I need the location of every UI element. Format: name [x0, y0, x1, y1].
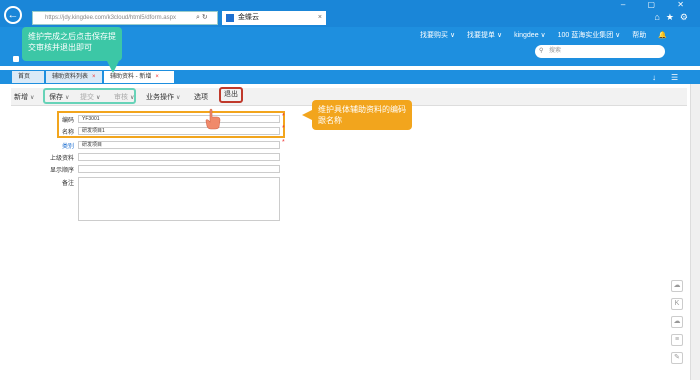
bell-icon[interactable]: 🔔: [658, 32, 667, 39]
nav-buy[interactable]: 找要购买 ∨: [420, 32, 455, 39]
remark-field[interactable]: [78, 177, 280, 221]
tab-home[interactable]: 首页: [12, 71, 44, 83]
order-field[interactable]: [78, 165, 280, 173]
close-icon[interactable]: ×: [155, 74, 159, 80]
category-label: 类别: [61, 144, 74, 150]
side-tools: ☁ K ☁ ≡ ✎: [671, 280, 687, 370]
required-mark: *: [282, 113, 285, 120]
browser-tab[interactable]: 金蝶云 ×: [222, 11, 326, 25]
address-icons[interactable]: ⌕ ↻: [196, 13, 208, 22]
key-icon[interactable]: K: [671, 298, 683, 310]
new-button[interactable]: 新增 ∨: [14, 92, 34, 102]
order-label: 显示顺序: [49, 168, 74, 174]
exit-button[interactable]: 退出: [219, 87, 243, 103]
parent-label: 上级资料: [49, 156, 74, 162]
code-label: 编码: [61, 118, 74, 124]
scrollbar[interactable]: [690, 84, 700, 380]
browser-tab-title: 金蝶云: [238, 14, 259, 21]
name-field[interactable]: 研发项目1: [78, 127, 280, 135]
hand-pointer-icon: [205, 108, 221, 130]
callout-save-tip: 维护完成之后点击保存提交审核并退出即可: [22, 27, 122, 73]
window-controls[interactable]: – ▢ ✕: [621, 0, 694, 9]
options-button[interactable]: 选项: [194, 92, 208, 102]
browser-icons[interactable]: ⌂★⚙: [654, 12, 694, 23]
top-nav: 找要购买 ∨ 找要提单 ∨ kingdee ∨ 100 蓝海实业集团 ∨ 帮助 …: [420, 30, 677, 40]
name-label: 名称: [61, 130, 74, 136]
nav-help[interactable]: 帮助: [632, 32, 646, 39]
kingdee-icon: [226, 14, 234, 22]
search-input[interactable]: ⚲ 搜索: [535, 45, 665, 58]
back-button[interactable]: ←: [4, 6, 22, 24]
parent-field[interactable]: [78, 153, 280, 161]
edit-icon[interactable]: ✎: [671, 352, 683, 364]
search-icon: ⚲: [539, 48, 544, 54]
hamburger-icon[interactable]: ☰: [671, 73, 678, 82]
nav-org[interactable]: 100 蓝海实业集团 ∨: [558, 32, 621, 39]
business-ops-button[interactable]: 业务操作 ∨: [146, 92, 180, 102]
close-icon[interactable]: ×: [318, 11, 322, 25]
menu-icon[interactable]: [13, 56, 19, 62]
tab-aux-list[interactable]: 辅助资料列表 ×: [46, 71, 102, 83]
code-field[interactable]: YF3001: [78, 115, 280, 123]
cloud2-icon[interactable]: ☁: [671, 316, 683, 328]
nav-user[interactable]: kingdee ∨: [514, 32, 546, 39]
collapse-icon[interactable]: ↓: [652, 73, 656, 82]
close-icon[interactable]: ×: [92, 74, 96, 80]
required-mark: *: [282, 139, 285, 146]
category-field[interactable]: 研发项目: [78, 141, 280, 149]
required-mark: *: [282, 125, 285, 132]
address-bar[interactable]: https://jdy.kingdee.com/k3cloud/html5/df…: [32, 11, 218, 25]
cloud-icon[interactable]: ☁: [671, 280, 683, 292]
doc-icon[interactable]: ≡: [671, 334, 683, 346]
save-highlight: [43, 88, 136, 104]
remark-label: 备注: [61, 181, 74, 187]
callout-code-tip: 维护具体辅助资料的编码跟名称: [302, 100, 412, 130]
nav-bill[interactable]: 找要提单 ∨: [467, 32, 502, 39]
